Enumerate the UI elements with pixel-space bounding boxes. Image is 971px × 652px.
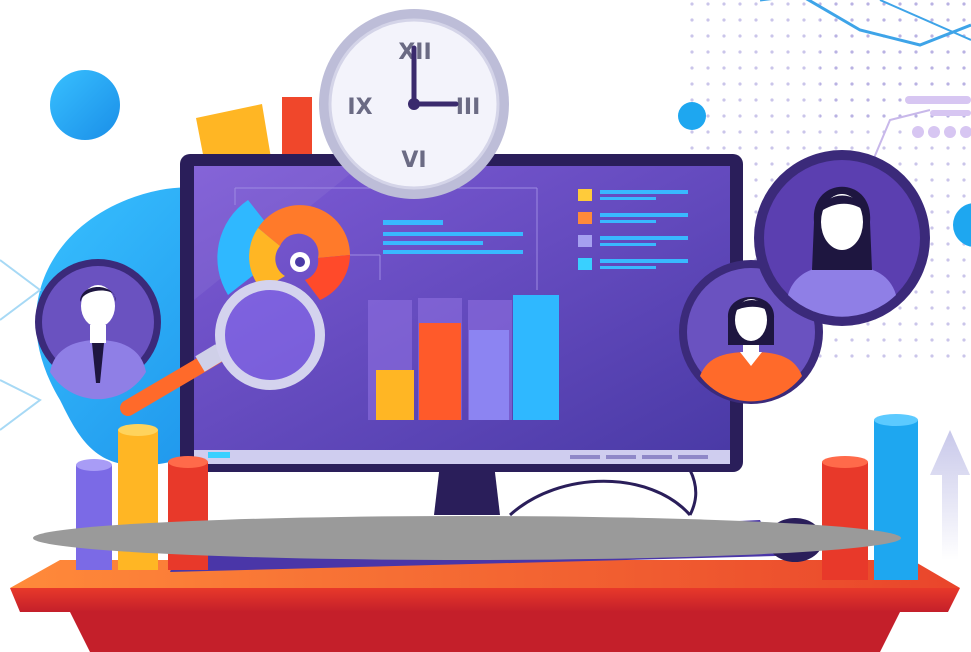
grey-overlay-ellipse bbox=[33, 516, 901, 560]
right-cylinder-chart bbox=[822, 414, 918, 580]
female-avatar-icon-2 bbox=[754, 150, 930, 326]
blue-bubble bbox=[50, 70, 120, 140]
clock-icon: XII III VI IX bbox=[319, 9, 509, 199]
up-arrow-icon bbox=[930, 430, 970, 560]
clock-numeral-9: IX bbox=[347, 95, 372, 120]
analytics-illustration: XII III VI IX bbox=[0, 0, 971, 652]
blue-bubble-small bbox=[678, 102, 706, 130]
illustration-canvas: XII III VI IX bbox=[0, 0, 971, 652]
desk bbox=[10, 560, 960, 652]
clock-numeral-3: III bbox=[456, 95, 481, 120]
clock-numeral-6: VI bbox=[401, 148, 426, 173]
